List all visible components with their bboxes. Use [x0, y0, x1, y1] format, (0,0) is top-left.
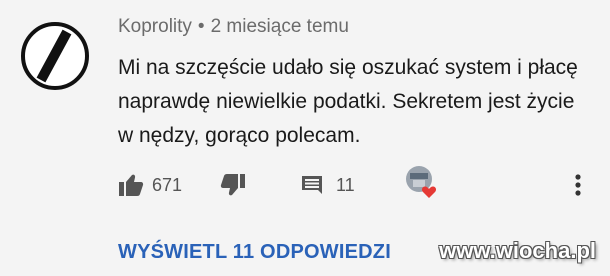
no-entry-sign-icon: [36, 29, 72, 83]
creator-heart: [404, 166, 438, 198]
comment-icon: [302, 176, 322, 194]
reply-count: 11: [336, 174, 355, 195]
dislike-button[interactable]: [220, 170, 246, 200]
comment-text: Mi na szczęście udało się oszukać system…: [118, 56, 578, 147]
view-replies-link[interactable]: WYŚWIETL 11 ODPOWIEDZI: [118, 241, 391, 264]
reply-button[interactable]: 11: [300, 170, 355, 200]
watermark: www.wiocha.pl: [439, 238, 596, 263]
comment-header: Koprolity • 2 miesiące temu: [118, 16, 349, 38]
comment-actions: 671 11: [118, 166, 598, 200]
avatar[interactable]: [21, 22, 89, 90]
creator-heart-icon: [406, 166, 437, 198]
like-count: 671: [152, 174, 183, 195]
author-name[interactable]: Koprolity: [118, 16, 192, 37]
separator-dot: •: [197, 16, 205, 37]
thumb-down-icon: [220, 174, 245, 196]
thumb-up-icon: [119, 174, 144, 196]
more-vertical-icon: [575, 174, 581, 196]
like-button[interactable]: 671: [118, 170, 182, 200]
more-options-button[interactable]: [574, 170, 582, 200]
comment-timestamp[interactable]: 2 miesiące temu: [211, 16, 349, 37]
